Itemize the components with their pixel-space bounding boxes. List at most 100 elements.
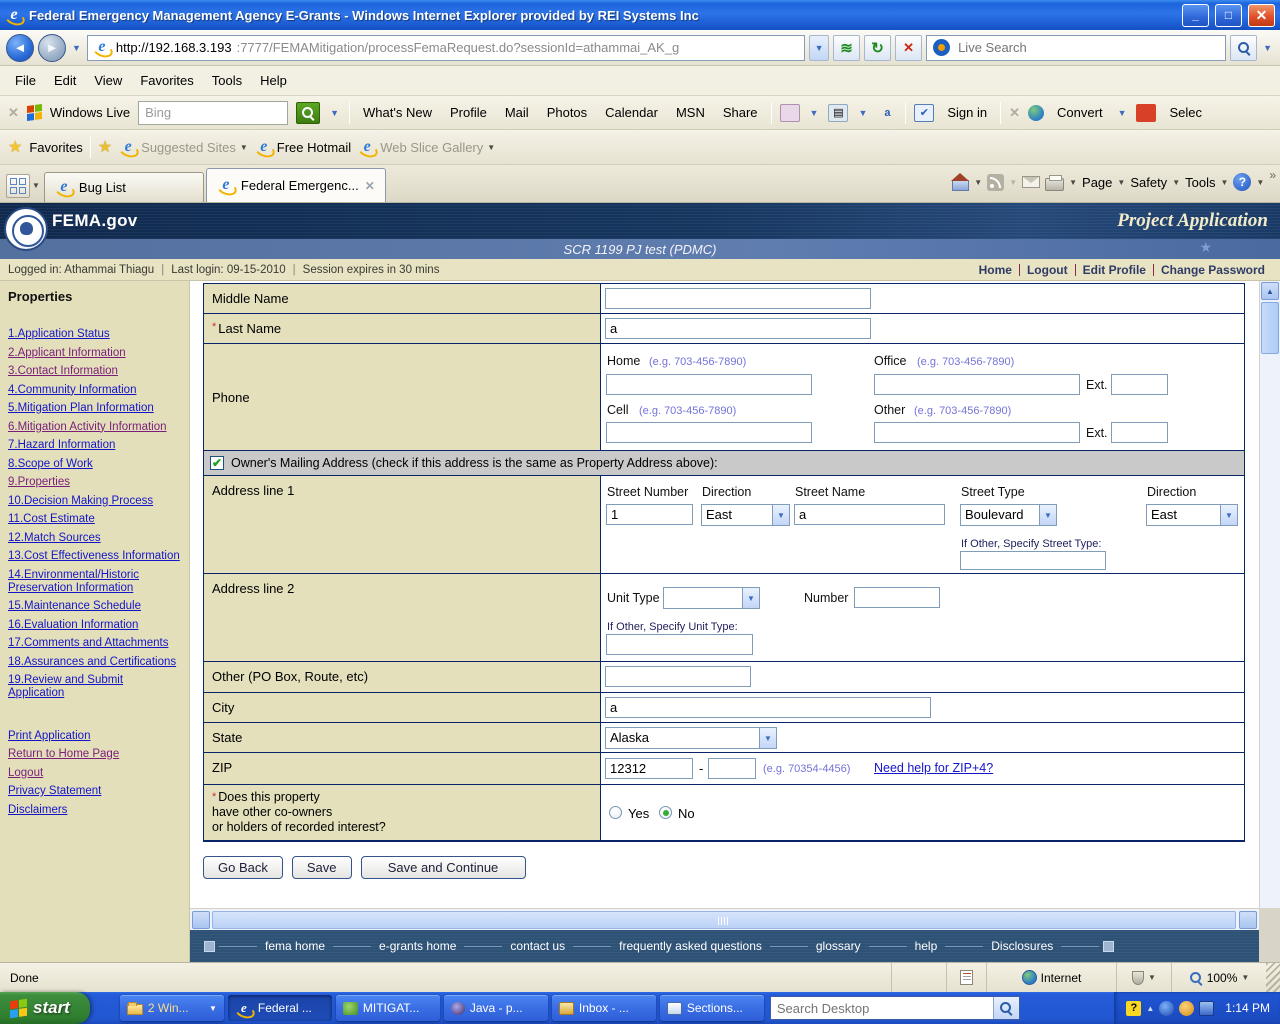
sidebar-disclaimers[interactable]: Disclaimers — [8, 804, 181, 817]
safety-dropdown-icon[interactable]: ▼ — [1172, 178, 1180, 187]
status-zoom-cell[interactable]: 100% ▼ — [1171, 963, 1266, 992]
city-input[interactable] — [605, 697, 931, 718]
grid-dropdown-icon[interactable]: ▼ — [856, 108, 869, 118]
sidebar-item-community-information[interactable]: 4.Community Information — [8, 384, 181, 397]
menu-edit[interactable]: Edit — [45, 69, 85, 92]
scroll-up-icon[interactable]: ▲ — [1261, 282, 1279, 300]
footer-faq-link[interactable]: frequently asked questions — [615, 939, 766, 953]
desktop-search-box[interactable] — [770, 996, 1020, 1020]
sidebar-item-hazard-information[interactable]: 7.Hazard Information — [8, 439, 181, 452]
compatibility-view-button[interactable]: ≋ — [833, 35, 860, 61]
sidebar-item-contact-information[interactable]: 3.Contact Information — [8, 365, 181, 378]
street-type-select[interactable]: Boulevard▼ — [960, 504, 1057, 526]
rss-feed-icon[interactable] — [987, 174, 1004, 191]
other-street-type-input[interactable] — [960, 551, 1106, 570]
sidebar-item-maintenance-schedule[interactable]: 15.Maintenance Schedule — [8, 600, 181, 613]
suggested-sites-button[interactable]: e Suggested Sites ▼ — [119, 139, 248, 156]
tools-menu-button[interactable]: Tools — [1185, 175, 1215, 190]
scroll-left-icon[interactable] — [192, 911, 210, 929]
live-mail[interactable]: Mail — [500, 105, 534, 120]
phone-office-input[interactable] — [874, 374, 1080, 395]
add-favorite-icon[interactable]: ★ — [98, 137, 112, 157]
tray-clock-icon[interactable] — [1179, 1001, 1194, 1016]
sign-in-link[interactable]: Sign in — [942, 105, 992, 120]
fema-brand[interactable]: FEMA.gov — [52, 211, 138, 231]
sidebar-item-mitigation-activity-information[interactable]: 6.Mitigation Activity Information — [8, 421, 181, 434]
menu-view[interactable]: View — [85, 69, 131, 92]
live-msn[interactable]: MSN — [671, 105, 710, 120]
photo-mail-icon[interactable] — [780, 104, 800, 122]
print-dropdown-icon[interactable]: ▼ — [1069, 178, 1077, 187]
help-dropdown-icon[interactable]: ▼ — [1256, 178, 1264, 187]
bing-search-button[interactable] — [296, 102, 320, 124]
other-unit-type-input[interactable] — [606, 634, 753, 655]
stop-button[interactable]: ✕ — [895, 35, 922, 61]
save-button[interactable]: Save — [292, 856, 352, 879]
bing-dropdown-icon[interactable]: ▼ — [328, 108, 341, 118]
zip-plus4-input[interactable] — [708, 758, 756, 779]
tab-close-icon[interactable]: ✕ — [365, 179, 375, 193]
logout-link[interactable]: Logout — [1020, 263, 1075, 277]
address-input[interactable]: e http://192.168.3.193:7777/FEMAMitigati… — [87, 35, 805, 61]
menu-tools[interactable]: Tools — [203, 69, 251, 92]
status-protected-cell[interactable]: ▼ — [1116, 963, 1171, 992]
live-search-input[interactable] — [956, 39, 1219, 56]
sidebar-return-home[interactable]: Return to Home Page — [8, 748, 181, 761]
tray-expand-icon[interactable]: ▲ — [1146, 1004, 1154, 1013]
help-icon[interactable]: ? — [1233, 173, 1251, 191]
page-dropdown-icon[interactable]: ▼ — [1117, 178, 1125, 187]
vertical-scroll-thumb[interactable] — [1261, 302, 1279, 354]
page-menu-button[interactable]: Page — [1082, 175, 1112, 190]
read-mail-icon[interactable] — [1022, 176, 1040, 188]
tray-update-icon[interactable]: ? — [1126, 1001, 1141, 1016]
quick-tabs-icon[interactable] — [6, 174, 30, 198]
translate-icon[interactable]: a — [877, 104, 897, 122]
state-select[interactable]: Alaska▼ — [605, 727, 777, 749]
tray-network-icon[interactable] — [1199, 1001, 1214, 1016]
menu-file[interactable]: File — [6, 69, 45, 92]
taskbar-button-windows-group[interactable]: 2 Win... ▼ — [120, 995, 224, 1021]
footer-help-link[interactable]: help — [911, 939, 942, 953]
phone-other-input[interactable] — [874, 422, 1080, 443]
zip-help-link[interactable]: Need help for ZIP+4? — [874, 761, 993, 775]
sidebar-item-assurances-and-certifications[interactable]: 18.Assurances and Certifications — [8, 656, 181, 669]
sidebar-item-application-status[interactable]: 1.Application Status — [8, 328, 181, 341]
last-name-input[interactable] — [605, 318, 871, 339]
history-dropdown-icon[interactable]: ▼ — [70, 43, 83, 53]
sidebar-item-match-sources[interactable]: 12.Match Sources — [8, 532, 181, 545]
toolbar-overflow-icon[interactable]: » — [1269, 168, 1276, 182]
free-hotmail-button[interactable]: e Free Hotmail — [255, 139, 351, 156]
co-owners-yes-radio[interactable] — [609, 806, 622, 819]
search-options-dropdown-icon[interactable]: ▼ — [1261, 43, 1274, 53]
maximize-button[interactable]: □ — [1215, 4, 1242, 27]
refresh-button[interactable]: ↻ — [864, 35, 891, 61]
address-dropdown-button[interactable]: ▼ — [809, 35, 829, 61]
taskbar-button-java[interactable]: Java - p... — [444, 995, 548, 1021]
start-button[interactable]: start — [0, 992, 90, 1024]
sidebar-item-applicant-information[interactable]: 2.Applicant Information — [8, 347, 181, 360]
menu-favorites[interactable]: Favorites — [131, 69, 202, 92]
live-photos[interactable]: Photos — [542, 105, 592, 120]
unit-type-select[interactable]: ▼ — [663, 587, 760, 609]
phone-home-input[interactable] — [606, 374, 812, 395]
live-search-box[interactable] — [926, 35, 1226, 61]
taskbar-button-federal[interactable]: e Federal ... — [228, 995, 332, 1021]
home-link[interactable]: Home — [972, 263, 1019, 277]
phone-cell-input[interactable] — [606, 422, 812, 443]
live-profile[interactable]: Profile — [445, 105, 492, 120]
sidebar-item-mitigation-plan-information[interactable]: 5.Mitigation Plan Information — [8, 402, 181, 415]
tab-bug-list[interactable]: e Bug List — [44, 172, 204, 202]
back-button[interactable]: ◄ — [6, 34, 34, 62]
home-dropdown-icon[interactable]: ▼ — [974, 178, 982, 187]
sidebar-privacy-statement[interactable]: Privacy Statement — [8, 785, 181, 798]
street-name-input[interactable] — [794, 504, 945, 525]
change-password-link[interactable]: Change Password — [1154, 263, 1272, 277]
direction1-select[interactable]: East▼ — [701, 504, 790, 526]
web-slice-gallery-button[interactable]: e Web Slice Gallery ▼ — [358, 139, 495, 156]
minimize-button[interactable]: _ — [1182, 4, 1209, 27]
sidebar-item-cost-estimate[interactable]: 11.Cost Estimate — [8, 513, 181, 526]
tray-collapse-icon[interactable] — [1159, 1001, 1174, 1016]
phone-other-ext-input[interactable] — [1111, 422, 1168, 443]
forward-button[interactable]: ► — [38, 34, 66, 62]
sidebar-item-properties[interactable]: 9.Properties — [8, 476, 181, 489]
